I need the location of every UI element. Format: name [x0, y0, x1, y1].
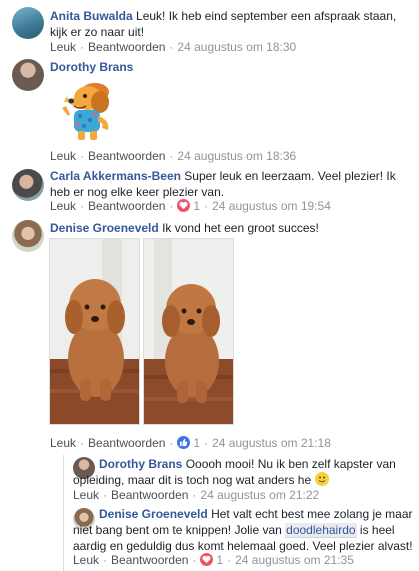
like-link[interactable]: Leuk — [50, 436, 76, 450]
reply-thread-line — [63, 455, 64, 571]
reply-link[interactable]: Beantwoorden — [88, 436, 165, 450]
reply-actions: Leuk · Beantwoorden · 24 augustus om 21:22 — [73, 488, 320, 502]
reply-actions: Leuk · Beantwoorden · 1 · 24 augustus om 21:35 — [73, 553, 354, 567]
reply-link[interactable]: Beantwoorden — [88, 40, 165, 54]
comment-actions: Leuk · Beantwoorden · 24 augustus om 18:30 — [50, 40, 297, 54]
reply-link[interactable]: Beantwoorden — [88, 199, 165, 213]
comment-text: Ik vond het een groot succes! — [162, 221, 319, 235]
avatar[interactable] — [12, 59, 44, 91]
heart-reaction-icon[interactable] — [200, 553, 214, 566]
comment-actions: Leuk · Beantwoorden · 24 augustus om 18:36 — [50, 149, 297, 163]
like-link[interactable]: Leuk — [73, 488, 99, 502]
reply-link[interactable]: Beantwoorden — [111, 553, 188, 567]
like-link[interactable]: Leuk — [50, 40, 76, 54]
comment-timestamp[interactable]: 24 augustus om 18:30 — [177, 40, 296, 54]
avatar[interactable] — [12, 169, 44, 201]
avatar[interactable] — [12, 7, 44, 39]
dog-photo[interactable] — [49, 238, 140, 425]
comment-author[interactable]: Denise Groeneveld — [50, 221, 159, 235]
comment-timestamp[interactable]: 24 augustus om 18:36 — [177, 149, 296, 163]
avatar[interactable] — [12, 220, 44, 252]
comment-timestamp[interactable]: 24 augustus om 21:18 — [212, 436, 331, 450]
smiley-emoji-icon — [314, 472, 329, 486]
reply-timestamp[interactable]: 24 augustus om 21:22 — [200, 488, 319, 502]
heart-reaction-icon[interactable] — [177, 199, 191, 212]
comment-actions: Leuk · Beantwoorden · 1 · 24 augustus om 19:54 — [50, 199, 331, 213]
reply-author[interactable]: Denise Groeneveld — [99, 507, 208, 521]
dog-photo[interactable] — [143, 238, 234, 425]
reply-timestamp[interactable]: 24 augustus om 21:35 — [235, 553, 354, 567]
like-link[interactable]: Leuk — [73, 553, 99, 567]
reply-author[interactable]: Dorothy Brans — [99, 457, 182, 471]
comment-timestamp[interactable]: 24 augustus om 19:54 — [212, 199, 331, 213]
tagged-page-link[interactable]: doodlehairdo — [285, 523, 357, 538]
comment-author[interactable]: Carla Akkermans-Been — [50, 169, 181, 183]
like-link[interactable]: Leuk — [50, 149, 76, 163]
like-reaction-icon[interactable] — [177, 436, 191, 449]
comment-actions: Leuk · Beantwoorden · 1 · 24 augustus om 21:18 — [50, 436, 331, 450]
comment-author[interactable]: Anita Buwalda — [50, 9, 133, 23]
comment-author[interactable]: Dorothy Brans — [50, 60, 133, 74]
reply-link[interactable]: Beantwoorden — [88, 149, 165, 163]
like-link[interactable]: Leuk — [50, 199, 76, 213]
dog-sticker — [48, 76, 118, 146]
reply-link[interactable]: Beantwoorden — [111, 488, 188, 502]
